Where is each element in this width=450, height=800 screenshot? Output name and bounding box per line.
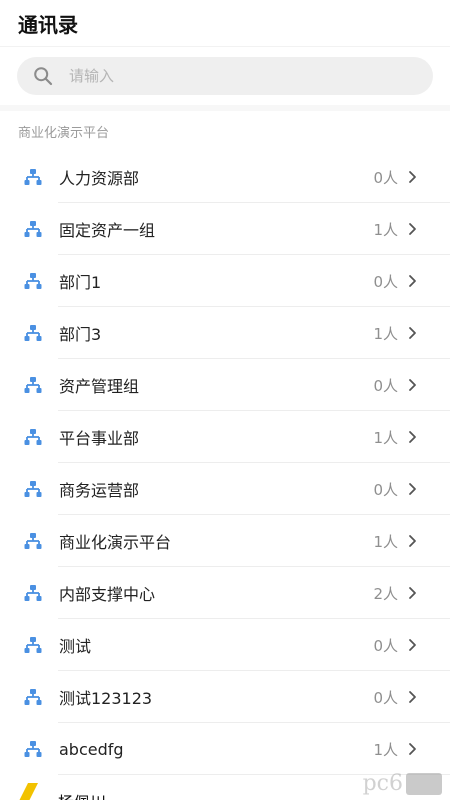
org-chart-icon (24, 428, 42, 446)
department-item[interactable]: 测试123123 0人 (0, 671, 450, 723)
member-count: 0人 (373, 168, 398, 187)
chevron-right-icon (408, 534, 418, 548)
org-chart-icon (24, 480, 42, 498)
search-input[interactable] (67, 66, 371, 86)
page-header: 通讯录 (0, 0, 450, 47)
member-count: 1人 (373, 532, 398, 551)
chevron-right-icon (408, 326, 418, 340)
department-item[interactable]: 商务运营部 0人 (0, 463, 450, 515)
department-name: 测试 (59, 637, 92, 656)
department-item[interactable]: 固定资产一组 1人 (0, 203, 450, 255)
watermark-text: pc6 (362, 771, 403, 796)
member-count: 1人 (373, 740, 398, 759)
org-chart-icon (24, 740, 42, 758)
member-count: 0人 (373, 480, 398, 499)
chevron-right-icon (408, 430, 418, 444)
department-item[interactable]: 部门1 0人 (0, 255, 450, 307)
member-name: 杨佩川 (58, 789, 106, 800)
chevron-right-icon (408, 378, 418, 392)
org-chart-icon (24, 376, 42, 394)
chevron-right-icon (408, 222, 418, 236)
org-chart-icon (24, 324, 42, 342)
member-count: 0人 (373, 376, 398, 395)
org-chart-icon (24, 168, 42, 186)
department-item[interactable]: 内部支撑中心 2人 (0, 567, 450, 619)
department-name: 平台事业部 (59, 429, 140, 448)
department-item[interactable]: 资产管理组 0人 (0, 359, 450, 411)
org-chart-icon (24, 220, 42, 238)
chevron-right-icon (408, 690, 418, 704)
member-count: 1人 (373, 324, 398, 343)
search-icon (33, 66, 53, 86)
department-item[interactable]: 商业化演示平台 1人 (0, 515, 450, 567)
department-name: 测试123123 (59, 689, 153, 708)
department-list: 人力资源部 0人 固定资产一组 1人 部门1 0人 部门3 1人 资产管理组 0… (0, 151, 450, 800)
org-chart-icon (24, 532, 42, 550)
department-item[interactable]: 平台事业部 1人 (0, 411, 450, 463)
department-name: 部门3 (59, 325, 102, 344)
member-count: 0人 (373, 272, 398, 291)
watermark: pc6 (363, 771, 442, 796)
member-count: 1人 (373, 220, 398, 239)
chevron-right-icon (408, 586, 418, 600)
contacts-screen: 通讯录 商业化演示平台 (0, 0, 450, 800)
department-item[interactable]: 测试 0人 (0, 619, 450, 671)
department-item[interactable]: 人力资源部 0人 (0, 151, 450, 203)
member-count: 0人 (373, 636, 398, 655)
member-count: 2人 (373, 584, 398, 603)
chevron-right-icon (408, 742, 418, 756)
org-chart-icon (24, 636, 42, 654)
department-item[interactable]: abcedfg 1人 (0, 723, 450, 775)
chevron-right-icon (408, 638, 418, 652)
department-item[interactable]: 部门3 1人 (0, 307, 450, 359)
watermark-badge (406, 772, 442, 795)
org-chart-icon (24, 584, 42, 602)
department-name: 部门1 (59, 273, 102, 292)
organization-section-title: 商业化演示平台 (18, 125, 110, 141)
department-name: 资产管理组 (59, 377, 140, 396)
search-bar[interactable] (17, 57, 433, 95)
department-name: abcedfg (59, 739, 124, 759)
chevron-right-icon (408, 170, 418, 184)
page-title: 通讯录 (18, 12, 78, 37)
department-name: 商业化演示平台 (59, 533, 172, 552)
department-name: 商务运营部 (59, 481, 140, 500)
department-name: 固定资产一组 (59, 221, 156, 240)
chevron-right-icon (408, 274, 418, 288)
department-name: 内部支撑中心 (59, 585, 156, 604)
org-chart-icon (24, 688, 42, 706)
org-chart-icon (24, 272, 42, 290)
member-count: 0人 (373, 688, 398, 707)
member-count: 1人 (373, 428, 398, 447)
chevron-right-icon (408, 482, 418, 496)
department-name: 人力资源部 (59, 169, 140, 188)
avatar (18, 783, 38, 800)
search-area (0, 47, 450, 105)
